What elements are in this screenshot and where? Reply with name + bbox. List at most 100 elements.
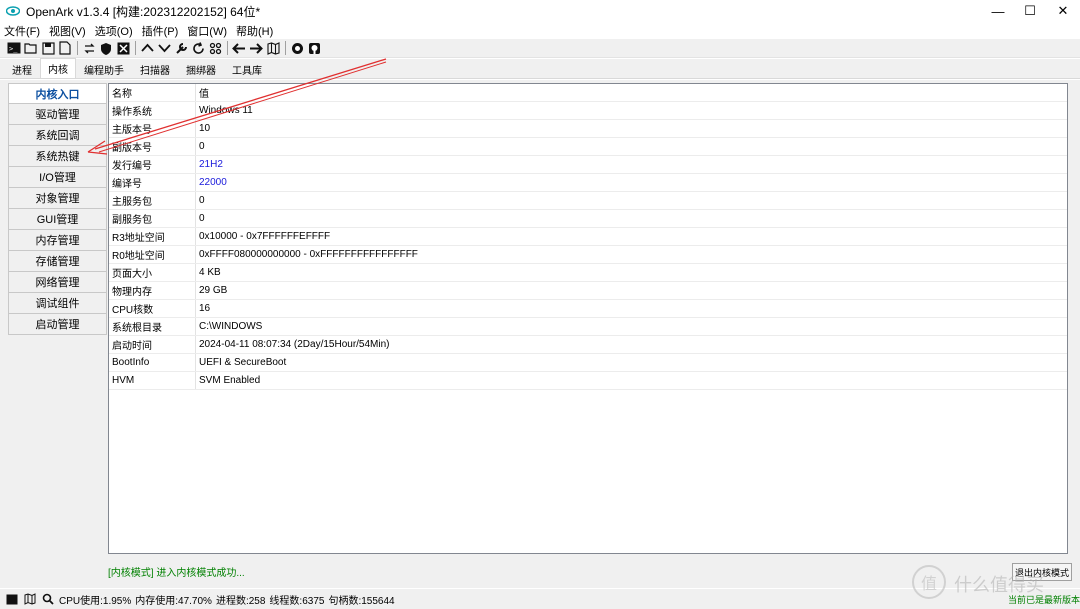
document-icon[interactable] [57, 40, 73, 56]
handle-count: 句柄数:155644 [328, 595, 395, 607]
record-icon[interactable] [289, 40, 305, 56]
sidenav-startup-manager[interactable]: 启动管理 [8, 314, 107, 335]
close-button[interactable]: ✕ [1046, 0, 1080, 22]
cell-value: 4 KB [199, 267, 221, 278]
cpu-usage: CPU使用:1.95% [59, 595, 132, 607]
watermark-logo: 值 什么值得买 [912, 565, 1072, 605]
sidenav-memory-manager[interactable]: 内存管理 [8, 230, 107, 251]
table-row[interactable]: 主版本号 10 [109, 120, 1067, 138]
process-count: 进程数:258 [215, 595, 266, 607]
column-header-name[interactable]: 名称 [109, 84, 196, 101]
watermark-text: 什么值得买 [954, 575, 1044, 596]
cell-value: UEFI & SecureBoot [199, 357, 287, 368]
table-row[interactable]: 系统根目录 C:\WINDOWS [109, 318, 1067, 336]
sidenav-storage-manager[interactable]: 存储管理 [8, 251, 107, 272]
tab-bar: 进程 内核 编程助手 扫描器 捆绑器 工具库 [0, 58, 1080, 79]
table-row[interactable]: 操作系统 Windows 11 [109, 102, 1067, 120]
cell-value: 22000 [199, 177, 227, 188]
cell-name: HVM [109, 372, 196, 389]
kernel-sidenav: 内核入口 驱动管理 系统回调 系统热键 I/O管理 对象管理 GUI管理 内存管… [8, 83, 107, 335]
cell-value: 10 [199, 123, 211, 134]
tab-coding-helper[interactable]: 编程助手 [76, 60, 132, 78]
cell-name: R0地址空间 [109, 246, 196, 263]
menu-view[interactable]: 视图(V) [49, 23, 86, 39]
map-icon[interactable] [23, 592, 37, 606]
table-row[interactable]: HVM SVM Enabled [109, 372, 1067, 390]
cell-name: 物理内存 [109, 282, 196, 299]
shield-icon[interactable] [98, 40, 114, 56]
sidenav-debug-components[interactable]: 调试组件 [8, 293, 107, 314]
minimize-button[interactable]: — [981, 0, 1015, 22]
sidenav-system-hotkeys[interactable]: 系统热键 [8, 146, 107, 167]
table-row[interactable]: R3地址空间 0x10000 - 0x7FFFFFFEFFFF [109, 228, 1067, 246]
tab-kernel[interactable]: 内核 [40, 58, 76, 78]
menu-file[interactable]: 文件(F) [4, 23, 40, 39]
menu-help[interactable]: 帮助(H) [236, 23, 273, 39]
cell-value: C:\WINDOWS [199, 321, 263, 332]
table-row[interactable]: 发行编号 21H2 [109, 156, 1067, 174]
table-row[interactable]: 副服务包 0 [109, 210, 1067, 228]
tab-toolkit[interactable]: 工具库 [224, 60, 270, 78]
sidenav-object-manager[interactable]: 对象管理 [8, 188, 107, 209]
cell-name: 系统根目录 [109, 318, 196, 335]
tab-scanner[interactable]: 扫描器 [132, 60, 178, 78]
cell-value: 16 [199, 303, 211, 314]
wrench-icon[interactable] [173, 40, 189, 56]
sidenav-system-callbacks[interactable]: 系统回调 [8, 125, 107, 146]
save-icon[interactable] [40, 40, 56, 56]
openark-eye-icon [6, 6, 20, 16]
arrow-right-icon[interactable] [248, 40, 264, 56]
sidenav-kernel-entry[interactable]: 内核入口 [8, 83, 107, 104]
table-row[interactable]: 编译号 22000 [109, 174, 1067, 192]
menu-plugins[interactable]: 插件(P) [142, 23, 179, 39]
table-header: 名称 值 [109, 84, 1067, 102]
menu-bar: 文件(F) 视图(V) 选项(O) 插件(P) 窗口(W) 帮助(H) [0, 22, 1080, 39]
cell-name: BootInfo [109, 354, 196, 371]
sidenav-driver-manager[interactable]: 驱动管理 [8, 104, 107, 125]
cell-value: 29 GB [199, 285, 228, 296]
map-icon[interactable] [265, 40, 281, 56]
column-header-value[interactable]: 值 [196, 84, 1067, 101]
apps-icon[interactable] [207, 40, 223, 56]
maximize-button[interactable]: ☐ [1013, 0, 1047, 22]
title-bar: OpenArk v1.3.4 [构建:202312202152] 64位* [0, 0, 1080, 22]
cell-name: 副服务包 [109, 210, 196, 227]
table-row[interactable]: 主服务包 0 [109, 192, 1067, 210]
table-row[interactable]: CPU核数 16 [109, 300, 1067, 318]
table-row[interactable]: BootInfo UEFI & SecureBoot [109, 354, 1067, 372]
sidenav-io-manager[interactable]: I/O管理 [8, 167, 107, 188]
sidenav-gui-manager[interactable]: GUI管理 [8, 209, 107, 230]
close-x-icon[interactable] [115, 40, 131, 56]
memory-usage: 内存使用:47.70% [135, 595, 212, 607]
console-icon[interactable]: >_ [6, 40, 22, 56]
menu-options[interactable]: 选项(O) [95, 23, 133, 39]
github-icon[interactable] [306, 40, 322, 56]
tab-bundler[interactable]: 捆绑器 [178, 60, 224, 78]
table-row[interactable]: 页面大小 4 KB [109, 264, 1067, 282]
table-row[interactable]: R0地址空间 0xFFFF080000000000 - 0xFFFFFFFFFFF… [109, 246, 1067, 264]
console-icon[interactable] [5, 592, 19, 606]
table-row[interactable]: 物理内存 29 GB [109, 282, 1067, 300]
search-icon[interactable] [41, 592, 55, 606]
cell-name: 编译号 [109, 174, 196, 191]
chevron-down-icon[interactable] [156, 40, 172, 56]
sidenav-network-manager[interactable]: 网络管理 [8, 272, 107, 293]
kernel-info-table: 名称 值 操作系统 Windows 11 主版本号 10 副版本号 0 发行编号 21H2 编译… [108, 83, 1068, 554]
table-row[interactable]: 启动时间 2024-04-11 08:07:34 (2Day/15Hour/54M… [109, 336, 1067, 354]
menu-window[interactable]: 窗口(W) [187, 23, 227, 39]
table-body: 操作系统 Windows 11 主版本号 10 副版本号 0 发行编号 21H2 编译号 2200… [109, 102, 1067, 390]
svg-text:>_: >_ [9, 45, 18, 53]
cell-value: SVM Enabled [199, 375, 261, 386]
open-folder-icon[interactable] [23, 40, 39, 56]
watermark-glyph: 值 [912, 565, 946, 599]
reload-icon[interactable] [190, 40, 206, 56]
cell-name: CPU核数 [109, 300, 196, 317]
arrow-left-icon[interactable] [231, 40, 247, 56]
cell-value: 0 [199, 141, 205, 152]
tab-process[interactable]: 进程 [4, 60, 40, 78]
chevron-up-icon[interactable] [139, 40, 155, 56]
cell-value: 21H2 [199, 159, 223, 170]
table-row[interactable]: 副版本号 0 [109, 138, 1067, 156]
cell-name: 主服务包 [109, 192, 196, 209]
refresh-icon[interactable] [81, 40, 97, 56]
